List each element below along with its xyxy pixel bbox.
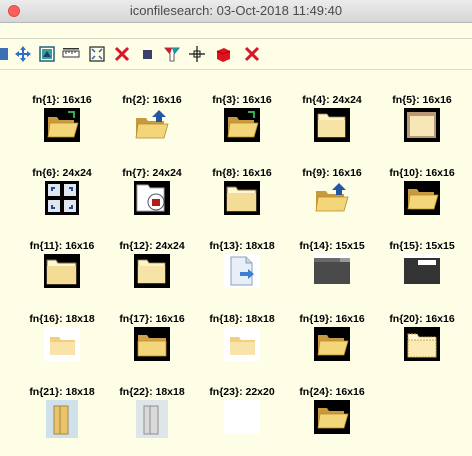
folder-open-icon[interactable] xyxy=(314,400,350,439)
icon-cell[interactable]: fn{9}: 16x16 xyxy=(287,167,377,212)
icon-label: fn{2}: 16x16 xyxy=(122,94,182,106)
icon-cell[interactable]: fn{16}: 18x18 xyxy=(17,313,107,361)
icon-cell[interactable]: fn{2}: 16x16 xyxy=(107,94,197,139)
doc-arrow-icon[interactable] xyxy=(224,254,260,293)
icon-cell[interactable]: fn{14}: 15x15 xyxy=(287,240,377,284)
icon-cell[interactable]: fn{8}: 16x16 xyxy=(197,167,287,215)
icon-cell[interactable]: fn{3}: 16x16 xyxy=(197,94,287,142)
folder-doc-lock-icon[interactable] xyxy=(134,181,170,220)
icon-label: fn{3}: 16x16 xyxy=(212,94,272,106)
red-cube-icon[interactable] xyxy=(214,45,232,63)
folder-vertical-icon[interactable] xyxy=(46,400,78,443)
icon-cell[interactable]: fn{24}: 16x16 xyxy=(287,386,377,434)
window-title: iconfilesearch: 03-Oct-2018 11:49:40 xyxy=(129,3,343,18)
icon-cell[interactable]: fn{5}: 16x16 xyxy=(377,94,467,142)
icon-cell[interactable]: fn{6}: 24x24 xyxy=(17,167,107,215)
icon-label: fn{4}: 24x24 xyxy=(302,94,362,106)
icon-label: fn{5}: 16x16 xyxy=(392,94,452,106)
dark-window-white-icon[interactable] xyxy=(404,254,440,289)
icon-label: fn{6}: 24x24 xyxy=(32,167,92,179)
folder-dotted-icon[interactable] xyxy=(404,327,440,366)
icon-cell[interactable]: fn{18}: 18x18 xyxy=(197,313,287,361)
crosshair-icon[interactable] xyxy=(188,45,206,63)
folder-plain-dark-icon[interactable] xyxy=(44,254,80,293)
icon-cell[interactable]: fn{23}: 22x20 xyxy=(197,386,287,434)
folder-up-icon[interactable] xyxy=(312,181,352,220)
icon-cell[interactable]: fn{22}: 18x18 xyxy=(107,386,197,438)
icon-label: fn{11}: 16x16 xyxy=(29,240,95,252)
icon-label: fn{23}: 22x20 xyxy=(209,386,275,398)
icon-label: fn{20}: 16x16 xyxy=(389,313,455,325)
icon-label: fn{8}: 16x16 xyxy=(212,167,272,179)
folder-plain-icon[interactable] xyxy=(134,254,170,293)
close-x-icon[interactable] xyxy=(113,45,131,63)
ruler-icon[interactable] xyxy=(62,45,80,63)
folder-light-icon[interactable] xyxy=(44,327,80,366)
icon-cell[interactable]: fn{10}: 16x16 xyxy=(377,167,467,215)
folder-open-green-icon[interactable] xyxy=(44,108,80,147)
icon-label: fn{9}: 16x16 xyxy=(302,167,362,179)
icon-label: fn{16}: 18x18 xyxy=(29,313,95,325)
icon-label: fn{22}: 18x18 xyxy=(119,386,185,398)
folder-open-icon[interactable] xyxy=(314,327,350,366)
icon-label: fn{7}: 24x24 xyxy=(122,167,182,179)
folder-light-icon[interactable] xyxy=(224,327,260,366)
toolbar xyxy=(0,39,472,70)
move-icon[interactable] xyxy=(14,45,32,63)
icon-label: fn{13}: 18x18 xyxy=(209,240,275,252)
icon-label: fn{18}: 18x18 xyxy=(209,313,275,325)
icon-cell[interactable]: fn{7}: 24x24 xyxy=(107,167,197,215)
delete-x-icon[interactable] xyxy=(243,45,261,63)
icon-label: fn{24}: 16x16 xyxy=(299,386,365,398)
stop-square-icon[interactable] xyxy=(138,45,156,63)
icon-label: fn{12}: 24x24 xyxy=(119,240,185,252)
icon-cell[interactable]: fn{15}: 15x15 xyxy=(377,240,467,284)
icon-cell[interactable]: fn{20}: 16x16 xyxy=(377,313,467,361)
folder-vertical-gray-icon[interactable] xyxy=(136,400,168,443)
grid-windows-icon[interactable] xyxy=(45,181,79,220)
icon-cell[interactable]: fn{12}: 24x24 xyxy=(107,240,197,288)
folder-open-icon[interactable] xyxy=(404,181,440,220)
pan-icon[interactable] xyxy=(0,45,12,63)
folder-open-green-icon[interactable] xyxy=(224,108,260,147)
icon-cell[interactable]: fn{13}: 18x18 xyxy=(197,240,287,288)
dark-window-icon[interactable] xyxy=(314,254,350,289)
folder-plain-brown-icon[interactable] xyxy=(404,108,440,147)
icon-label: fn{21}: 18x18 xyxy=(29,386,95,398)
folder-up-icon[interactable] xyxy=(132,108,172,147)
color-tool-icon[interactable] xyxy=(163,45,181,63)
icon-cell[interactable]: fn{19}: 16x16 xyxy=(287,313,377,361)
icon-label: fn{15}: 15x15 xyxy=(389,240,455,252)
folder-closed-icon[interactable] xyxy=(134,327,170,366)
menu-bar xyxy=(0,23,472,39)
folder-plain-dark-icon[interactable] xyxy=(224,181,260,220)
fit-icon[interactable] xyxy=(88,45,106,63)
icon-cell[interactable]: fn{11}: 16x16 xyxy=(17,240,107,288)
icon-label: fn{14}: 15x15 xyxy=(299,240,365,252)
blank-icon[interactable] xyxy=(224,400,260,439)
icon-cell[interactable]: fn{17}: 16x16 xyxy=(107,313,197,361)
icon-label: fn{19}: 16x16 xyxy=(299,313,365,325)
icon-label: fn{10}: 16x16 xyxy=(389,167,455,179)
window-title-bar: iconfilesearch: 03-Oct-2018 11:49:40 xyxy=(0,0,472,23)
folder-plain-icon[interactable] xyxy=(314,108,350,147)
image-icon[interactable] xyxy=(38,45,56,63)
icon-label: fn{17}: 16x16 xyxy=(119,313,185,325)
icon-cell[interactable]: fn{21}: 18x18 xyxy=(17,386,107,438)
icon-cell[interactable]: fn{1}: 16x16 xyxy=(17,94,107,142)
icon-cell[interactable]: fn{4}: 24x24 xyxy=(287,94,377,142)
icon-label: fn{1}: 16x16 xyxy=(32,94,92,106)
